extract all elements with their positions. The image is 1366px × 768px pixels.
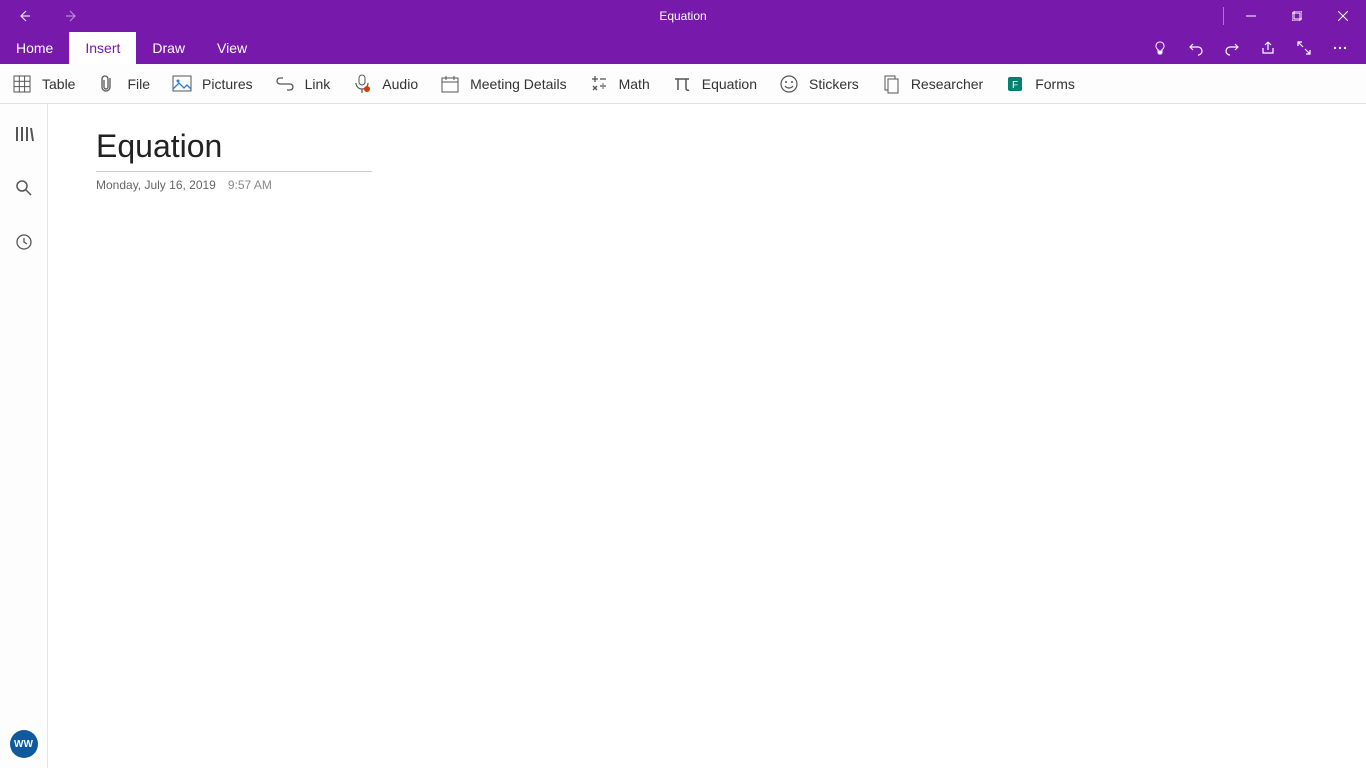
svg-text:F: F (1012, 80, 1018, 91)
insert-forms-button[interactable]: F Forms (1005, 64, 1075, 104)
microphone-icon (352, 74, 372, 94)
insert-math-button[interactable]: Math (589, 64, 650, 104)
paperclip-icon (97, 74, 117, 94)
ribbon-label: File (127, 76, 150, 92)
tell-me-button[interactable] (1142, 32, 1178, 64)
tab-insert[interactable]: Insert (69, 32, 136, 64)
redo-button[interactable] (1214, 32, 1250, 64)
ribbon-label: Math (619, 76, 650, 92)
minimize-button[interactable] (1228, 0, 1274, 32)
minimize-icon (1246, 11, 1256, 21)
tab-draw[interactable]: Draw (136, 32, 201, 64)
window-controls (1219, 0, 1366, 32)
more-button[interactable] (1322, 32, 1358, 64)
tab-label: Home (16, 40, 53, 56)
fullscreen-button[interactable] (1286, 32, 1322, 64)
insert-table-button[interactable]: Table (12, 64, 75, 104)
maximize-button[interactable] (1274, 0, 1320, 32)
insert-link-button[interactable]: Link (275, 64, 331, 104)
ribbon-label: Meeting Details (470, 76, 567, 92)
share-icon (1260, 40, 1276, 56)
avatar-initials: WW (14, 739, 33, 750)
arrow-right-icon (64, 8, 80, 24)
recent-button[interactable] (8, 226, 40, 258)
clock-icon (15, 233, 33, 251)
lightbulb-icon (1152, 40, 1168, 56)
maximize-icon (1292, 11, 1302, 21)
table-icon (12, 74, 32, 94)
arrow-left-icon (16, 8, 32, 24)
ribbon-label: Researcher (911, 76, 983, 92)
search-button[interactable] (8, 172, 40, 204)
tab-label: View (217, 40, 247, 56)
ribbon-label: Stickers (809, 76, 859, 92)
link-icon (275, 74, 295, 94)
page-time: 9:57 AM (228, 178, 272, 192)
page-canvas[interactable]: Equation Monday, July 16, 2019 9:57 AM (48, 104, 1366, 768)
ribbon-label: Audio (382, 76, 418, 92)
page-meta: Monday, July 16, 2019 9:57 AM (96, 178, 1318, 192)
close-button[interactable] (1320, 0, 1366, 32)
ribbon-label: Forms (1035, 76, 1075, 92)
nav-arrows (0, 0, 96, 32)
share-button[interactable] (1250, 32, 1286, 64)
undo-button[interactable] (1178, 32, 1214, 64)
ellipsis-icon (1332, 40, 1348, 56)
tab-label: Draw (152, 40, 185, 56)
insert-pictures-button[interactable]: Pictures (172, 64, 253, 104)
tab-label: Insert (85, 40, 120, 56)
insert-stickers-button[interactable]: Stickers (779, 64, 859, 104)
app-body: WW Equation Monday, July 16, 2019 9:57 A… (0, 104, 1366, 768)
insert-file-button[interactable]: File (97, 64, 150, 104)
tab-strip: Home Insert Draw View (0, 32, 1366, 64)
tabstrip-right (1142, 32, 1366, 64)
ribbon-label: Table (42, 76, 75, 92)
title-underline (96, 171, 372, 172)
pi-icon (672, 74, 692, 94)
tab-home[interactable]: Home (0, 32, 69, 64)
user-avatar[interactable]: WW (10, 730, 38, 758)
close-icon (1338, 11, 1348, 21)
insert-meeting-button[interactable]: Meeting Details (440, 64, 567, 104)
ribbon-label: Pictures (202, 76, 253, 92)
sidebar: WW (0, 104, 48, 768)
ribbon: Table File Pictures Link Audio Meeting D… (0, 64, 1366, 104)
title-bar: Equation (0, 0, 1366, 32)
ribbon-label: Link (305, 76, 331, 92)
search-icon (15, 179, 33, 197)
tab-view[interactable]: View (201, 32, 263, 64)
page-date: Monday, July 16, 2019 (96, 178, 216, 192)
insert-audio-button[interactable]: Audio (352, 64, 418, 104)
researcher-icon (881, 74, 901, 94)
notebooks-button[interactable] (8, 118, 40, 150)
title-divider (1223, 7, 1224, 25)
undo-icon (1188, 40, 1204, 56)
redo-icon (1224, 40, 1240, 56)
window-title: Equation (659, 9, 706, 23)
smiley-icon (779, 74, 799, 94)
back-button[interactable] (0, 0, 48, 32)
page-title[interactable]: Equation (96, 128, 1318, 165)
expand-icon (1296, 40, 1312, 56)
forms-icon: F (1005, 74, 1025, 94)
math-icon (589, 74, 609, 94)
notebooks-icon (14, 124, 34, 144)
insert-researcher-button[interactable]: Researcher (881, 64, 983, 104)
forward-button[interactable] (48, 0, 96, 32)
calendar-icon (440, 74, 460, 94)
pictures-icon (172, 74, 192, 94)
insert-equation-button[interactable]: Equation (672, 64, 757, 104)
ribbon-label: Equation (702, 76, 757, 92)
